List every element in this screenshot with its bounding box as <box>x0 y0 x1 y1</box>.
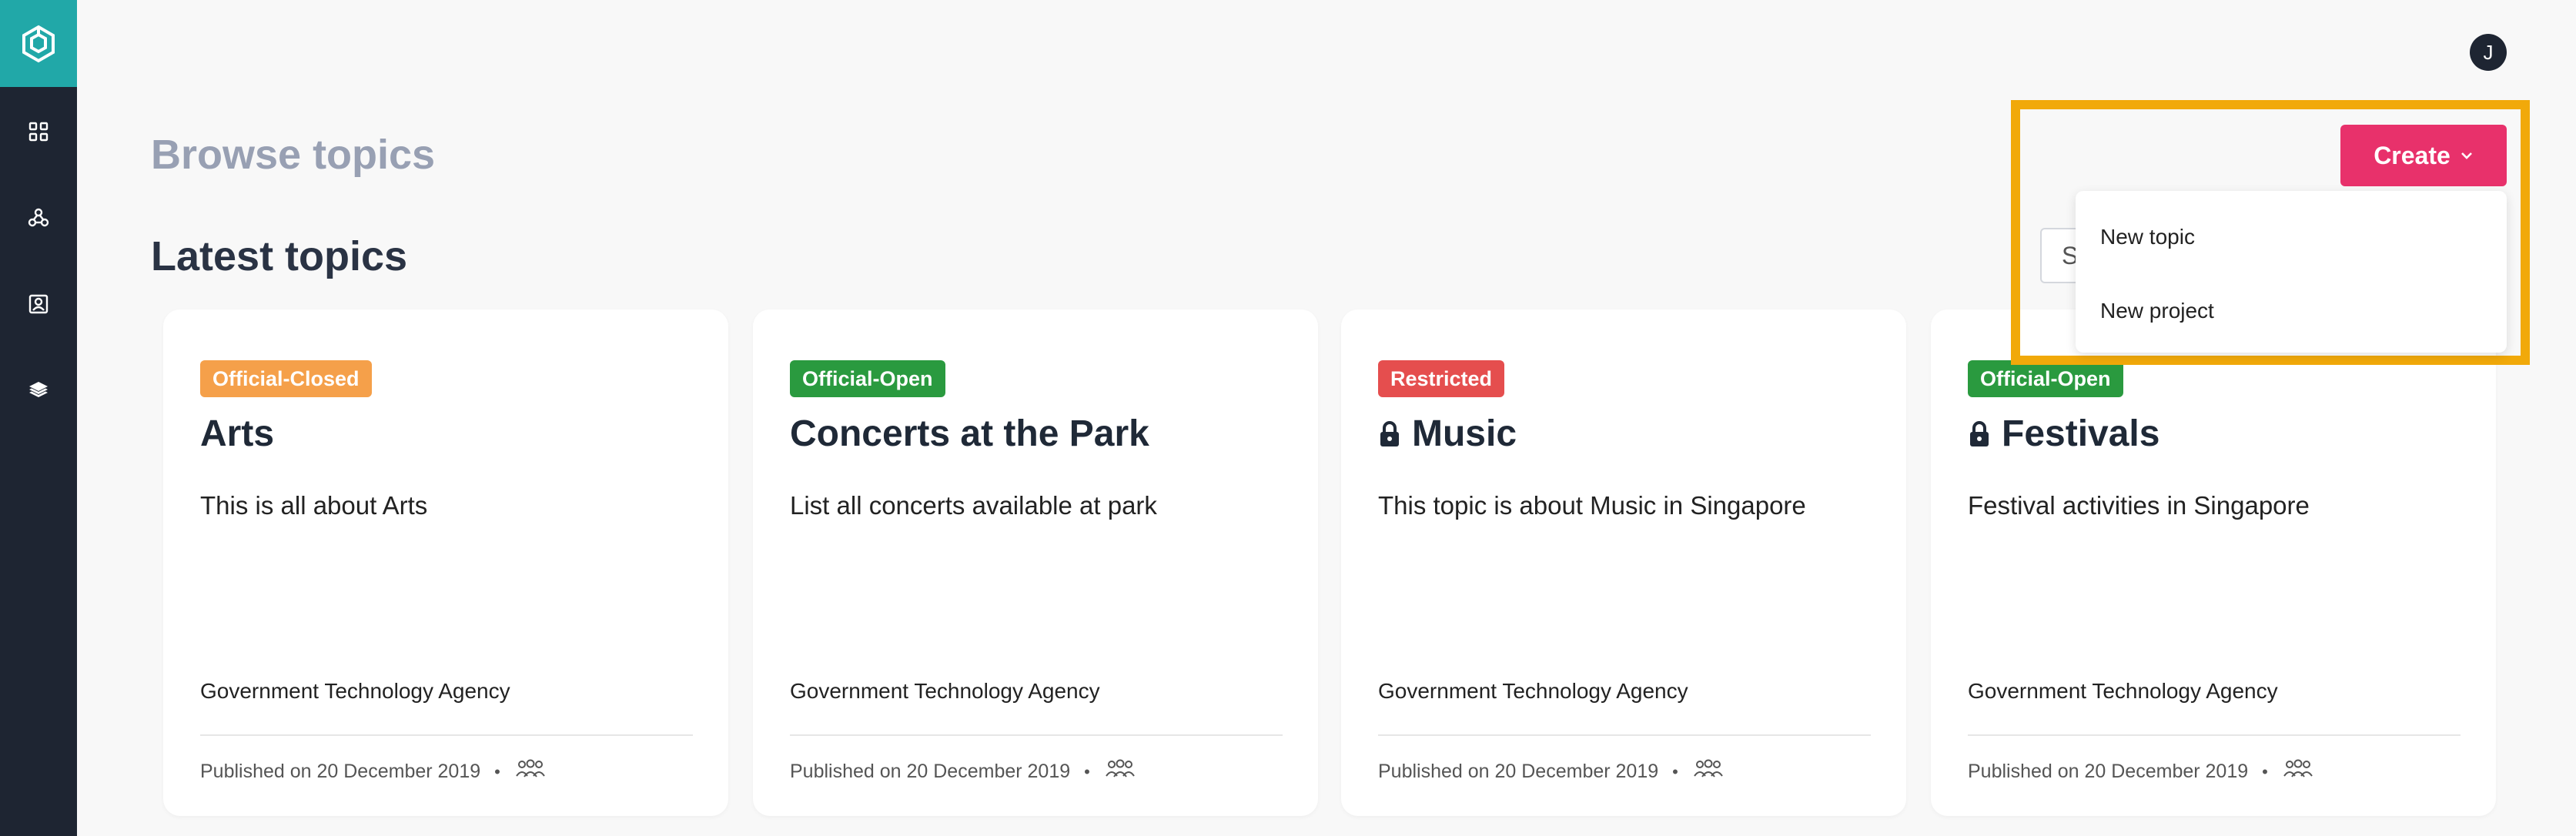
card-footer: Published on 20 December 2019 • <box>790 759 1136 784</box>
card-title-text: Concerts at the Park <box>790 413 1149 454</box>
menu-item-new-project[interactable]: New project <box>2100 299 2214 323</box>
create-button-label: Create <box>2374 141 2451 169</box>
card-title[interactable]: Festivals <box>1968 413 2159 455</box>
published-date: Published on 20 December 2019 <box>790 761 1071 782</box>
status-badge: Restricted <box>1378 360 1505 397</box>
card-description: This is all about Arts <box>200 491 428 520</box>
create-dropdown-menu: New topic New project <box>2076 191 2507 353</box>
card-description: Festival activities in Singapore <box>1968 491 2310 520</box>
card-agency: Government Technology Agency <box>1378 679 1688 703</box>
card-title-text: Arts <box>200 413 275 454</box>
lock-icon <box>1968 420 1991 448</box>
card-title-text: Music <box>1412 413 1517 454</box>
card-footer: Published on 20 December 2019 • <box>1968 759 2314 784</box>
avatar-initial: J <box>2483 40 2494 64</box>
page-title: Browse topics <box>151 132 436 178</box>
logo-icon <box>22 25 55 62</box>
card-footer: Published on 20 December 2019 • <box>200 759 547 784</box>
separator-dot: • <box>1084 761 1090 781</box>
create-button[interactable]: Create <box>2340 125 2507 186</box>
menu-item-new-topic[interactable]: New topic <box>2100 225 2195 249</box>
people-icon <box>1692 759 1725 784</box>
people-icon <box>1104 759 1136 784</box>
card-agency: Government Technology Agency <box>1968 679 2278 703</box>
card-footer: Published on 20 December 2019 • <box>1378 759 1725 784</box>
sidebar <box>0 0 77 836</box>
card-description: This topic is about Music in Singapore <box>1378 491 1806 520</box>
card-title[interactable]: Arts <box>200 413 274 455</box>
layers-icon[interactable] <box>27 379 50 402</box>
divider <box>200 734 693 736</box>
published-date: Published on 20 December 2019 <box>1378 761 1659 782</box>
separator-dot: • <box>1672 761 1678 781</box>
card-title[interactable]: Concerts at the Park <box>790 413 1149 455</box>
published-date: Published on 20 December 2019 <box>200 761 481 782</box>
topic-card[interactable]: Official-Closed Arts This is all about Art… <box>163 309 728 816</box>
people-icon <box>2282 759 2314 784</box>
card-agency: Government Technology Agency <box>200 679 510 703</box>
status-badge: Official-Closed <box>200 360 372 397</box>
contacts-icon[interactable] <box>27 293 50 316</box>
separator-dot: • <box>494 761 500 781</box>
card-title[interactable]: Music <box>1378 413 1517 455</box>
published-date: Published on 20 December 2019 <box>1968 761 2249 782</box>
status-badge: Official-Open <box>1968 360 2123 397</box>
divider <box>1968 734 2461 736</box>
topic-card[interactable]: Restricted Music This topic is about Music… <box>1341 309 1906 816</box>
topic-card[interactable]: Official-Open Concerts at the Park List al… <box>753 309 1318 816</box>
dashboard-icon[interactable] <box>27 120 50 143</box>
divider <box>790 734 1283 736</box>
lock-icon <box>1378 420 1401 448</box>
people-icon <box>514 759 547 784</box>
section-title: Latest topics <box>151 233 408 279</box>
card-agency: Government Technology Agency <box>790 679 1100 703</box>
chevron-down-icon <box>2461 152 2472 159</box>
card-title-text: Festivals <box>2002 413 2160 454</box>
separator-dot: • <box>2262 761 2268 781</box>
divider <box>1378 734 1871 736</box>
logo[interactable] <box>0 0 77 87</box>
card-description: List all concerts available at park <box>790 491 1157 520</box>
topic-card[interactable]: Official-Open Festivals Festival activitie… <box>1931 309 2496 816</box>
network-icon[interactable] <box>27 206 50 229</box>
status-badge: Official-Open <box>790 360 945 397</box>
user-avatar[interactable]: J <box>2470 34 2507 71</box>
